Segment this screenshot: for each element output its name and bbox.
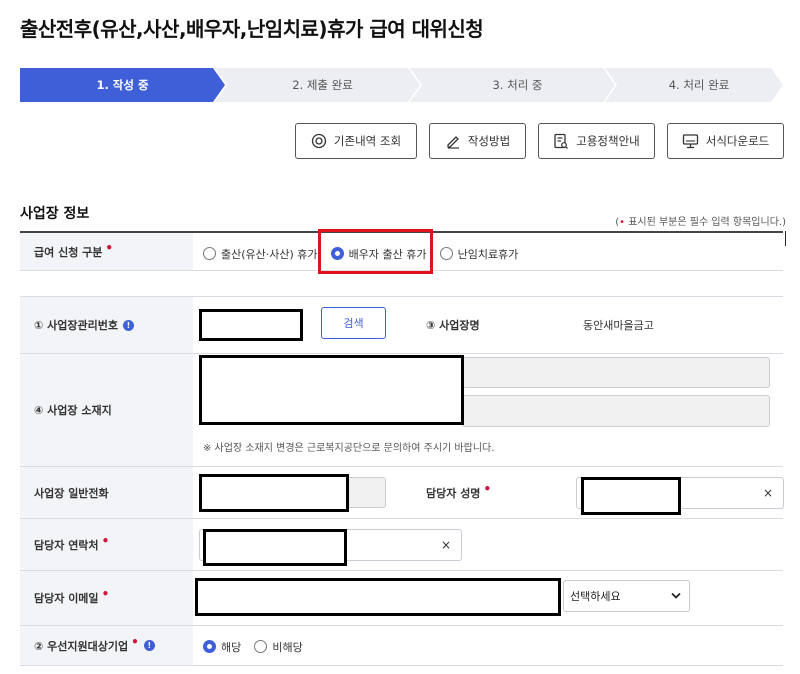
search-icon bbox=[311, 133, 327, 149]
radio-maternity-leave[interactable]: 출산(유산·사산) 휴가 bbox=[203, 246, 318, 262]
biz-address-label: ④ 사업장 소재지 bbox=[20, 354, 193, 466]
step-label: 4. 처리 완료 bbox=[668, 78, 730, 92]
page-title: 출산전후(유산,사산,배우자,난임치료)휴가 급여 대위신청 bbox=[20, 17, 484, 41]
claim-type-label: 급여 신청 구분 • bbox=[20, 233, 193, 270]
radio-circle bbox=[203, 640, 216, 653]
biz-phone-input[interactable] bbox=[199, 474, 349, 512]
biz-number-row: ① 사업장관리번호! ③ 사업장명 동안새마을금고 bbox=[20, 296, 783, 354]
step-processing: 3. 처리 중 bbox=[410, 68, 615, 102]
radio-applicable[interactable]: 해당 bbox=[203, 639, 241, 655]
info-icon[interactable]: ! bbox=[122, 319, 134, 331]
radio-not-applicable[interactable]: 비해당 bbox=[254, 639, 303, 655]
biz-mgmt-no-label-text: ① 사업장관리번호 bbox=[34, 319, 118, 332]
priority-company-label: ② 우선지원대상기업 •! bbox=[20, 626, 193, 665]
radio-circle bbox=[254, 640, 268, 653]
required-dot: • bbox=[101, 587, 110, 601]
claim-type-label-text: 급여 신청 구분 bbox=[34, 245, 103, 259]
email-domain-value: 선택하세요 bbox=[570, 590, 621, 603]
address-hint: ※ 사업장 소재지 변경은 근로복지공단으로 문의하여 주시기 바랍니다. bbox=[203, 443, 495, 454]
progress-stepper: 1. 작성 중 2. 제출 완료 3. 처리 중 4. 처리 완료 bbox=[20, 68, 783, 102]
email-domain-select[interactable]: 선택하세요 bbox=[563, 580, 690, 612]
step-label: 1. 작성 중 bbox=[96, 78, 149, 92]
employment-policy-label: 고용정책안내 bbox=[576, 134, 640, 148]
required-note-text: 표시된 부분은 필수 입력 항목입니다.) bbox=[625, 217, 786, 228]
document-search-icon bbox=[554, 133, 569, 149]
radio-infertility-leave[interactable]: 난임치료휴가 bbox=[439, 246, 519, 262]
biz-search-button[interactable]: 검색 bbox=[321, 307, 386, 339]
required-dot: • bbox=[105, 240, 114, 255]
pencil-icon bbox=[447, 136, 459, 149]
address-masked-input[interactable] bbox=[199, 355, 464, 425]
highlight-box bbox=[318, 229, 433, 274]
biz-mgmt-no-label: ① 사업장관리번호! bbox=[20, 297, 193, 353]
priority-radio-group: 해당 비해당 bbox=[203, 638, 303, 657]
manager-name-label-text: 담당자 성명 bbox=[426, 486, 481, 500]
priority-company-row: ② 우선지원대상기업 •! 해당 비해당 bbox=[20, 626, 783, 666]
howto-label: 작성방법 bbox=[467, 134, 511, 148]
clear-icon[interactable]: × bbox=[441, 538, 451, 552]
form-download-label: 서식다운로드 bbox=[705, 134, 770, 148]
step-writing: 1. 작성 중 bbox=[20, 68, 225, 102]
manager-phone-input[interactable] bbox=[203, 529, 347, 566]
howto-button[interactable]: 작성방법 bbox=[429, 123, 526, 159]
priority-company-label-text: ② 우선지원대상기업 bbox=[34, 639, 129, 653]
manager-phone-label-text: 담당자 연락처 bbox=[34, 538, 99, 552]
manager-name-input[interactable] bbox=[581, 477, 681, 515]
radio-circle bbox=[439, 247, 453, 260]
biz-phone-label: 사업장 일반전화 bbox=[20, 467, 193, 518]
history-lookup-button[interactable]: 기존내역 조회 bbox=[295, 123, 417, 159]
biz-address-label-text: ④ 사업장 소재지 bbox=[34, 404, 112, 417]
required-dot: • bbox=[131, 634, 139, 649]
step-label: 3. 처리 중 bbox=[492, 78, 543, 92]
step-submitted: 2. 제출 완료 bbox=[215, 68, 420, 102]
biz-name-label-text: ③ 사업장명 bbox=[426, 319, 480, 332]
section-title: 사업장 정보 bbox=[20, 206, 90, 222]
step-label: 2. 제출 완료 bbox=[292, 78, 353, 92]
required-dot: • bbox=[101, 533, 110, 548]
chevron-down-icon bbox=[671, 592, 681, 599]
radio-label: 해당 bbox=[221, 640, 242, 654]
history-lookup-label: 기존내역 조회 bbox=[333, 134, 402, 148]
clear-icon[interactable]: × bbox=[763, 486, 773, 500]
radio-label: 출산(유산·사산) 휴가 bbox=[221, 247, 318, 261]
address-line1-input[interactable] bbox=[462, 357, 770, 388]
radio-label: 난임치료휴가 bbox=[457, 247, 519, 261]
biz-phone-label-text: 사업장 일반전화 bbox=[34, 486, 109, 500]
manager-name-label: 담당자 성명 • bbox=[412, 467, 576, 518]
employment-policy-button[interactable]: 고용정책안내 bbox=[538, 123, 655, 159]
radio-label: 비해당 bbox=[272, 640, 303, 654]
required-dot: • bbox=[483, 481, 492, 496]
radio-circle bbox=[203, 247, 216, 260]
manager-phone-label: 담당자 연락처 • bbox=[20, 519, 193, 570]
monitor-icon bbox=[682, 134, 698, 149]
info-icon[interactable]: ! bbox=[143, 640, 155, 651]
manager-email-input[interactable] bbox=[195, 578, 561, 616]
biz-name-value: 동안새마을금고 bbox=[583, 319, 654, 332]
manager-email-label: 담당자 이메일 • bbox=[20, 571, 193, 625]
biz-mgmt-no-input[interactable] bbox=[199, 309, 303, 341]
manager-email-label-text: 담당자 이메일 bbox=[34, 592, 99, 605]
required-note: (• 표시된 부분은 필수 입력 항목입니다.) bbox=[615, 213, 786, 228]
divider bbox=[785, 231, 786, 246]
form-download-button[interactable]: 서식다운로드 bbox=[667, 123, 784, 159]
step-completed: 4. 처리 완료 bbox=[605, 68, 783, 102]
address-line2-input[interactable] bbox=[462, 395, 770, 427]
biz-name-label: ③ 사업장명 bbox=[412, 297, 576, 353]
